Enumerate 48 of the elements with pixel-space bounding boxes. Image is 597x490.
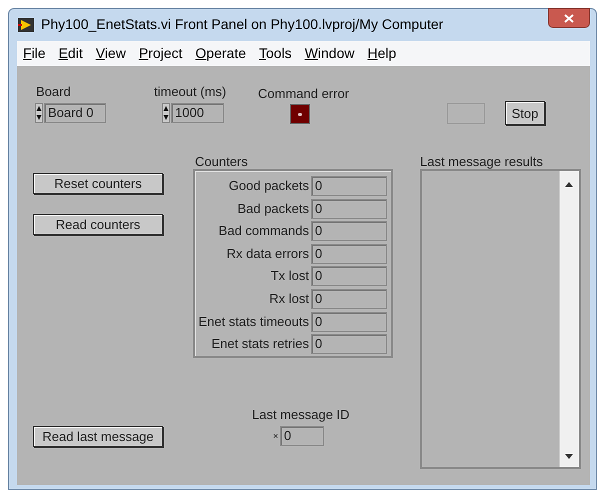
blank-indicator: [447, 103, 485, 124]
scroll-down-icon[interactable]: [565, 454, 573, 459]
counter-label: Enet stats retries: [210, 335, 309, 354]
control-label: timeout (ms): [154, 83, 226, 101]
counter-field: 0: [311, 176, 387, 196]
indicator-label: Last message ID: [252, 406, 350, 424]
menu-item[interactable]: Window: [304, 43, 354, 64]
counter-label: Rx data errors: [226, 244, 309, 263]
counter-label: Rx lost: [268, 290, 309, 308]
run-arrow-icon: [18, 18, 34, 32]
menu-item[interactable]: Edit: [58, 43, 83, 64]
counter-label: Bad packets: [236, 200, 309, 218]
menu-item[interactable]: Project: [138, 43, 182, 64]
counter-label: Bad commands: [218, 222, 309, 240]
timeout-field[interactable]: 1000: [171, 103, 224, 123]
listbox-label: Last message results: [420, 153, 543, 171]
menu-item[interactable]: Help: [368, 43, 396, 64]
scroll-up-icon[interactable]: [565, 182, 573, 187]
counter-field: 0: [311, 289, 387, 309]
counter-label: Enet stats timeouts: [197, 312, 309, 331]
control-label: Board: [36, 83, 71, 101]
counter-field: 0: [311, 266, 387, 286]
panel-button[interactable]: Read last message: [33, 426, 163, 447]
menu-item[interactable]: Tools: [259, 43, 292, 64]
close-button[interactable]: [548, 8, 590, 28]
counter-label: Good packets: [228, 177, 309, 195]
indicator-label: Command error: [258, 85, 350, 103]
counter-field: 0: [311, 198, 387, 219]
panel-button[interactable]: Reset counters: [33, 173, 163, 194]
menu-item[interactable]: Operate: [195, 43, 246, 64]
counter-field: 0: [311, 221, 387, 242]
stop-button[interactable]: Stop: [505, 101, 545, 125]
menu-item[interactable]: File: [23, 43, 46, 64]
board-field[interactable]: Board 0: [44, 103, 106, 123]
spinner-icon[interactable]: [35, 103, 43, 123]
menu-item[interactable]: View: [96, 43, 126, 64]
counter-field: 0: [311, 244, 387, 264]
message-id-field: 0: [280, 426, 324, 446]
counter-field: 0: [311, 334, 387, 354]
panel-button[interactable]: Read counters: [33, 214, 163, 235]
cluster-label: Counters: [195, 153, 248, 171]
counter-label: Tx lost: [270, 267, 309, 286]
spinner-icon[interactable]: [162, 103, 170, 123]
scrollbar[interactable]: [559, 171, 579, 467]
window-title: Phy100_EnetStats.vi Front Panel on Phy100.lvproj/My Computer: [41, 15, 444, 34]
close-icon: [564, 14, 574, 22]
radix-marker: ×: [273, 430, 278, 443]
counter-field: 0: [311, 312, 387, 332]
